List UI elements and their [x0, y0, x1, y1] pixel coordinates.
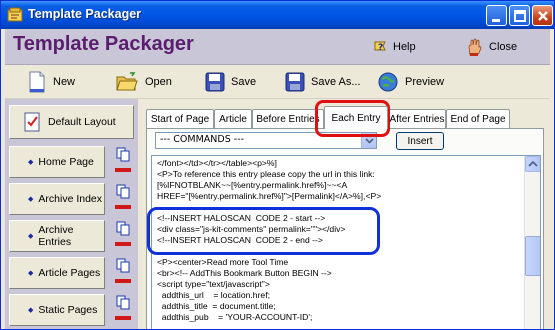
- new-document-icon: [29, 71, 45, 93]
- code-line[interactable]: HREF="[%entry.permalink.href%]">[Permali…: [157, 191, 519, 202]
- new-label: New: [53, 76, 76, 88]
- sidebar-item-label: Static Pages: [38, 304, 98, 316]
- globe-icon: [378, 72, 398, 92]
- save-as-button[interactable]: Save As...: [285, 70, 361, 94]
- minimize-button[interactable]: [486, 5, 507, 26]
- vertical-scrollbar[interactable]: [524, 156, 540, 329]
- default-layout-label: Default Layout: [48, 116, 116, 128]
- sidebar-item-actions: [109, 294, 137, 326]
- sidebar-item-actions: [109, 220, 137, 252]
- checklist-icon: [24, 112, 40, 132]
- tab-after-entries[interactable]: After Entries: [388, 109, 446, 128]
- tab-article[interactable]: Article: [214, 109, 252, 128]
- sidebar-item-archive-index[interactable]: ◆ Archive Index: [9, 183, 105, 215]
- default-layout-button[interactable]: Default Layout: [9, 105, 134, 139]
- code-line[interactable]: addthis_title = document.title;: [157, 301, 519, 312]
- remove-icon[interactable]: [115, 279, 131, 283]
- preview-button[interactable]: Preview: [377, 70, 444, 94]
- code-line[interactable]: <P><center>Read more Tool Time: [157, 257, 519, 268]
- sidebar-item-article-pages[interactable]: ◆ Article Pages: [9, 257, 105, 289]
- page-title: Template Packager: [13, 33, 194, 55]
- app-header: Template Packager ? Help Close: [5, 29, 550, 65]
- sidebar-item-static-pages[interactable]: ◆ Static Pages: [9, 294, 105, 326]
- bullet-icon: ◆: [28, 270, 34, 277]
- app-icon[interactable]: [7, 7, 23, 23]
- sidebar-item-home-page[interactable]: ◆ Home Page: [9, 146, 105, 178]
- open-button[interactable]: Open: [115, 70, 172, 94]
- code-line[interactable]: <P>To reference this entry please copy t…: [157, 169, 519, 180]
- main-panel: Start of Page Article Before Entries Eac…: [138, 99, 550, 329]
- maximize-icon: [514, 10, 526, 22]
- tab-end-of-page[interactable]: End of Page: [446, 109, 510, 128]
- bullet-icon: ◆: [28, 307, 34, 314]
- remove-icon[interactable]: [115, 168, 131, 172]
- maximize-button[interactable]: [509, 5, 530, 26]
- scroll-up-button[interactable]: [525, 156, 540, 172]
- tab-before-entries[interactable]: Before Entries: [252, 109, 324, 128]
- preview-label: Preview: [405, 76, 445, 88]
- code-line[interactable]: [%IFNOTBLANK~~[%entry.permalink.href%]~~…: [157, 180, 519, 191]
- haloscan-code-highlight: [147, 207, 380, 255]
- tab-each-entry[interactable]: Each Entry: [324, 106, 388, 129]
- app-window: Template Packager Template Packager ? He…: [0, 0, 555, 330]
- tab-start-of-page[interactable]: Start of Page: [146, 109, 214, 128]
- sidebar-item-actions: [109, 183, 137, 215]
- bullet-icon: ◆: [28, 196, 34, 203]
- code-line[interactable]: addthis_pub = 'YOUR-ACCOUNT-ID';: [157, 312, 519, 323]
- sidebar: Default Layout ◆ Home Page ◆ Archive Index…: [5, 99, 138, 329]
- sidebar-item-label: Article Pages: [38, 267, 101, 279]
- bullet-icon: ◆: [28, 233, 34, 240]
- code-line[interactable]: <br><!-- AddThis Bookmark Button BEGIN -…: [157, 268, 519, 279]
- close-button[interactable]: Close: [465, 36, 517, 58]
- remove-icon[interactable]: [115, 242, 131, 246]
- remove-icon[interactable]: [115, 316, 131, 320]
- hand-icon: [468, 38, 482, 56]
- toolbar: New Open Save Save As... Preview: [5, 65, 550, 99]
- code-line[interactable]: addthis_url = location.href;: [157, 290, 519, 301]
- copy-icon[interactable]: [116, 184, 130, 199]
- floppy-disk-icon: [285, 72, 305, 92]
- remove-icon[interactable]: [115, 205, 131, 209]
- open-folder-icon: [116, 72, 138, 91]
- scroll-thumb[interactable]: [525, 236, 540, 276]
- code-line[interactable]: <script type="text/javascript">: [157, 279, 519, 290]
- copy-icon[interactable]: [116, 295, 130, 310]
- copy-icon[interactable]: [116, 221, 130, 236]
- sidebar-item-actions: [109, 257, 137, 289]
- code-line[interactable]: </font></td></tr></table><p>%]: [157, 158, 519, 169]
- sidebar-item-label: Home Page: [38, 156, 94, 168]
- save-as-label: Save As...: [311, 76, 361, 88]
- insert-button[interactable]: Insert: [396, 132, 444, 150]
- copy-icon[interactable]: [116, 258, 130, 273]
- open-label: Open: [145, 76, 172, 88]
- commands-selected-value: --- COMMANDS ---: [160, 134, 245, 145]
- svg-text:?: ?: [378, 43, 383, 53]
- close-window-button[interactable]: [532, 5, 553, 26]
- chevron-up-icon: [528, 160, 538, 167]
- help-button[interactable]: ? Help: [371, 36, 416, 58]
- new-button[interactable]: New: [27, 70, 75, 94]
- close-label: Close: [489, 41, 518, 53]
- close-icon: [538, 11, 548, 21]
- window-title: Template Packager: [28, 7, 142, 21]
- save-button[interactable]: Save: [205, 70, 256, 94]
- save-label: Save: [231, 76, 257, 88]
- help-label: Help: [393, 41, 416, 53]
- floppy-disk-icon: [205, 72, 225, 92]
- sidebar-item-actions: [109, 146, 137, 178]
- sidebar-item-archive-entries[interactable]: ◆ Archive Entries: [9, 220, 105, 252]
- sidebar-item-label: Archive Index: [38, 193, 103, 205]
- copy-icon[interactable]: [116, 147, 130, 162]
- minimize-icon: [492, 19, 500, 22]
- bullet-icon: ◆: [28, 159, 34, 166]
- sidebar-item-label: Archive Entries: [38, 224, 74, 248]
- help-icon: ?: [374, 41, 386, 53]
- title-bar[interactable]: Template Packager: [1, 1, 554, 29]
